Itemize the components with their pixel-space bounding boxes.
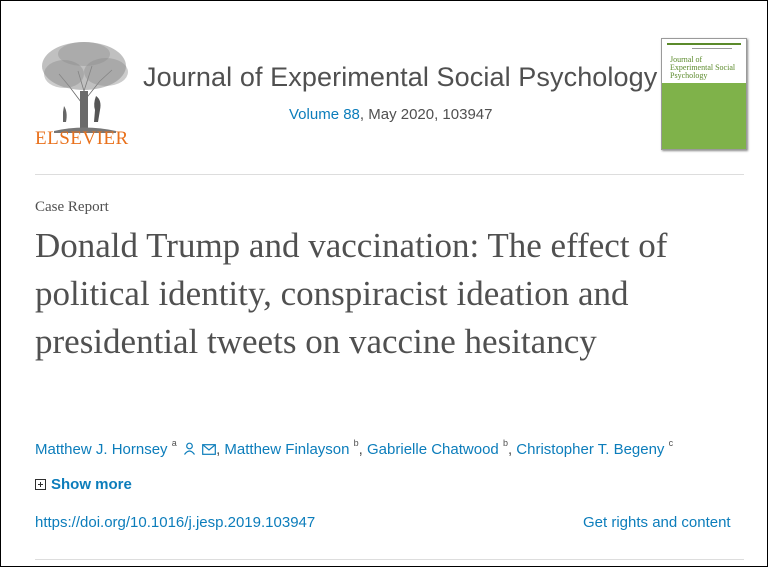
- author-list: Matthew J. Hornsey a , Matthew Finlayson…: [35, 438, 674, 458]
- cover-bar: [667, 43, 741, 45]
- affiliation-marker[interactable]: c: [669, 438, 674, 448]
- cover-bar-secondary: [692, 48, 732, 49]
- author-link[interactable]: Matthew J. Hornsey: [35, 441, 168, 458]
- person-icon[interactable]: [183, 442, 196, 455]
- issue-info: Volume 88, May 2020, 103947: [289, 106, 493, 123]
- article-type: Case Report: [35, 199, 109, 215]
- email-icon[interactable]: [202, 444, 216, 455]
- header-divider: [35, 174, 744, 175]
- issue-date: , May 2020, 103947: [359, 106, 493, 123]
- article-title: Donald Trump and vaccination: The effect…: [35, 226, 668, 361]
- author-link[interactable]: Gabrielle Chatwood: [367, 441, 499, 458]
- cover-title: Journal of Experimental Social Psycholog…: [670, 55, 736, 80]
- show-more-label: Show more: [51, 476, 132, 493]
- elsevier-wordmark: ELSEVIER: [35, 128, 129, 149]
- rights-link[interactable]: Get rights and content: [583, 514, 731, 531]
- cover-green-panel: [662, 83, 746, 149]
- show-more-button[interactable]: Show more: [35, 476, 132, 493]
- affiliation-marker[interactable]: b: [503, 438, 508, 448]
- affiliation-marker[interactable]: b: [354, 438, 359, 448]
- doi-link[interactable]: https://doi.org/10.1016/j.jesp.2019.1039…: [35, 514, 315, 531]
- footer-divider: [35, 559, 744, 560]
- volume-link[interactable]: Volume 88: [289, 106, 360, 123]
- author-link[interactable]: Matthew Finlayson: [224, 441, 349, 458]
- journal-title-link[interactable]: Journal of Experimental Social Psycholog…: [143, 62, 657, 93]
- affiliation-marker[interactable]: a: [172, 438, 177, 448]
- author-separator: ,: [358, 441, 368, 458]
- journal-cover-thumbnail[interactable]: Journal of Experimental Social Psycholog…: [661, 38, 747, 150]
- plus-box-icon: [35, 479, 46, 490]
- author-link[interactable]: Christopher T. Begeny: [516, 441, 664, 458]
